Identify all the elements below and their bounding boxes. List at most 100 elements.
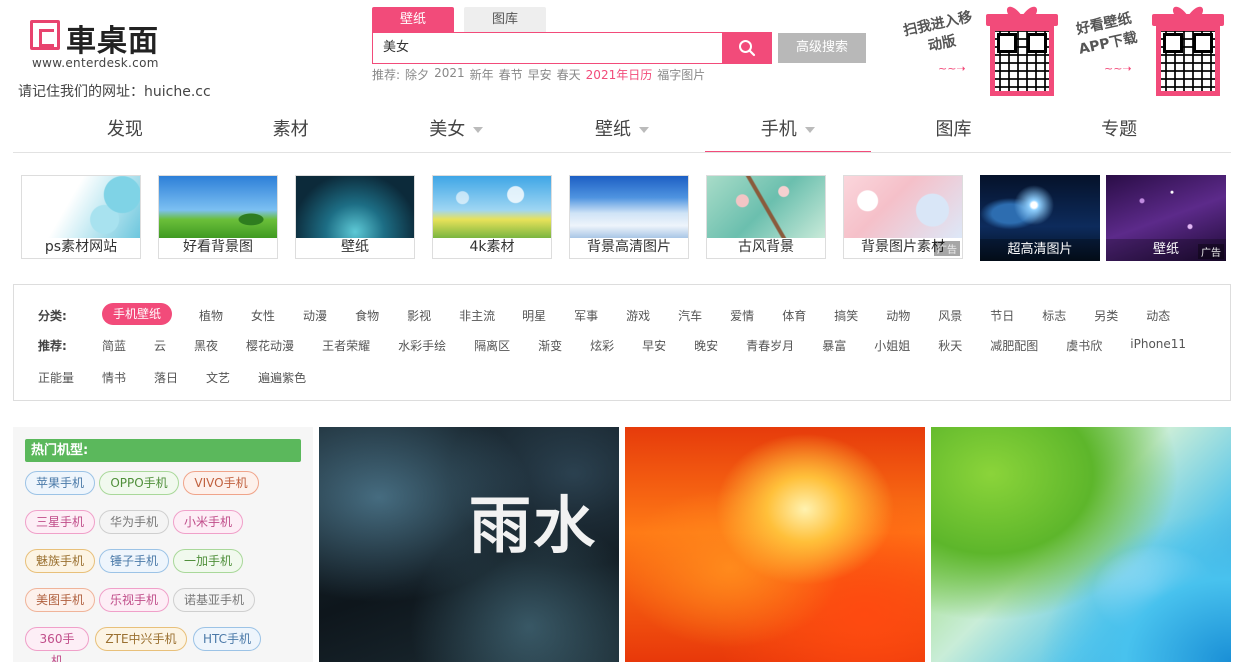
brand-huawei[interactable]: 华为手机 bbox=[99, 510, 169, 534]
qr-app-text: 好看壁纸APP下载 bbox=[1074, 10, 1139, 58]
category-item[interactable]: 食物 bbox=[355, 307, 379, 325]
nav-item-gallery[interactable]: 图库 bbox=[871, 108, 1037, 152]
brand-meizu[interactable]: 魅族手机 bbox=[25, 549, 95, 573]
thumb-card[interactable]: 壁纸 bbox=[295, 175, 415, 259]
category-item-active[interactable]: 手机壁纸 bbox=[102, 303, 173, 325]
brand-nokia[interactable]: 诺基亚手机 bbox=[173, 588, 255, 612]
search-tab-wallpaper[interactable]: 壁纸 bbox=[372, 7, 454, 32]
nav-item-topics[interactable]: 专题 bbox=[1036, 108, 1202, 152]
recommend-item[interactable]: iPhone11 bbox=[1130, 337, 1186, 354]
recommend-item[interactable]: 落日 bbox=[154, 369, 178, 386]
brand-oppo[interactable]: OPPO手机 bbox=[99, 471, 179, 495]
category-item[interactable]: 体育 bbox=[782, 307, 806, 325]
category-item[interactable]: 标志 bbox=[1042, 307, 1066, 325]
recommend-item[interactable]: 炫彩 bbox=[590, 337, 614, 354]
recommend-item[interactable]: 遍遍紫色 bbox=[258, 369, 306, 386]
brand-apple[interactable]: 苹果手机 bbox=[25, 471, 95, 495]
category-item[interactable]: 风景 bbox=[938, 307, 962, 325]
recommend-item[interactable]: 黑夜 bbox=[194, 337, 218, 354]
category-item[interactable]: 动漫 bbox=[303, 307, 327, 325]
brand-xiaomi[interactable]: 小米手机 bbox=[173, 510, 243, 534]
category-item[interactable]: 明星 bbox=[522, 307, 546, 325]
hot-term[interactable]: 2021 bbox=[434, 66, 465, 83]
category-item[interactable]: 另类 bbox=[1094, 307, 1118, 325]
nav-item-beauty[interactable]: 美女 bbox=[373, 108, 539, 152]
brand-smartisan[interactable]: 锤子手机 bbox=[99, 549, 169, 573]
brand-htc[interactable]: HTC手机 bbox=[193, 627, 261, 651]
site-logo[interactable]: 車桌面 www.enterdesk.com bbox=[30, 14, 170, 70]
category-item[interactable]: 影视 bbox=[407, 307, 431, 325]
thumb-card[interactable]: 背景高清图片 bbox=[569, 175, 689, 259]
hot-term[interactable]: 福字图片 bbox=[657, 66, 705, 83]
nav-item-discover[interactable]: 发现 bbox=[42, 108, 208, 152]
thumb-card[interactable]: 背景图片素材 广告 bbox=[843, 175, 963, 259]
recommend-item[interactable]: 渐变 bbox=[538, 337, 562, 354]
recommend-item[interactable]: 早安 bbox=[642, 337, 666, 354]
thumb-card[interactable]: 超高清图片 bbox=[980, 175, 1100, 261]
remember-url-text: 请记住我们的网址：huiche.cc bbox=[18, 84, 211, 100]
hot-term[interactable]: 除夕 bbox=[405, 66, 429, 83]
gift-box-icon bbox=[986, 2, 1058, 98]
category-item[interactable]: 动态 bbox=[1146, 307, 1170, 325]
category-item[interactable]: 爱情 bbox=[730, 307, 754, 325]
category-item[interactable]: 汽车 bbox=[678, 307, 702, 325]
category-item[interactable]: 节日 bbox=[990, 307, 1014, 325]
wallpaper-card[interactable] bbox=[931, 427, 1231, 662]
recommend-item[interactable]: 王者荣耀 bbox=[322, 337, 370, 354]
brand-oneplus[interactable]: 一加手机 bbox=[173, 549, 243, 573]
category-item[interactable]: 女性 bbox=[251, 307, 275, 325]
thumb-card[interactable]: 壁纸 广告 bbox=[1106, 175, 1226, 261]
recommend-item[interactable]: 晚安 bbox=[694, 337, 718, 354]
recommend-item[interactable]: 文艺 bbox=[206, 369, 230, 386]
recommend-row: 推荐: 简蓝 云 黑夜 樱花动漫 王者荣耀 水彩手绘 隔离区 渐变 炫彩 早安 … bbox=[38, 337, 1186, 354]
category-item[interactable]: 搞笑 bbox=[834, 307, 858, 325]
category-item[interactable]: 植物 bbox=[199, 307, 223, 325]
nav-item-phone[interactable]: 手机 bbox=[704, 108, 871, 153]
brand-samsung[interactable]: 三星手机 bbox=[25, 510, 95, 534]
thumb-card[interactable]: ps素材网站 bbox=[21, 175, 141, 259]
search-button[interactable] bbox=[722, 32, 772, 64]
wallpaper-card[interactable] bbox=[625, 427, 925, 662]
advanced-search-button[interactable]: 高级搜索 bbox=[778, 33, 866, 63]
recommend-item[interactable]: 情书 bbox=[102, 369, 126, 386]
wallpaper-title: 雨水 bbox=[469, 489, 598, 562]
recommend-item[interactable]: 小姐姐 bbox=[874, 337, 910, 354]
nav-item-material[interactable]: 素材 bbox=[208, 108, 374, 152]
brand-meitu[interactable]: 美图手机 bbox=[25, 588, 95, 612]
recommend-item[interactable]: 樱花动漫 bbox=[246, 337, 294, 354]
wallpaper-card[interactable]: 雨水 bbox=[319, 427, 619, 662]
recommend-item[interactable]: 水彩手绘 bbox=[398, 337, 446, 354]
thumb-card[interactable]: 4k素材 bbox=[432, 175, 552, 259]
hot-term[interactable]: 春天 bbox=[557, 66, 581, 83]
category-item[interactable]: 游戏 bbox=[626, 307, 650, 325]
search-tab-gallery[interactable]: 图库 bbox=[464, 7, 546, 32]
app-qr-promo[interactable]: 好看壁纸APP下载 ~~➝ bbox=[1066, 0, 1236, 100]
thumb-card[interactable]: 古风背景 bbox=[706, 175, 826, 259]
brand-letv[interactable]: 乐视手机 bbox=[99, 588, 169, 612]
hot-term[interactable]: 2021年日历 bbox=[586, 66, 653, 83]
hot-term[interactable]: 春节 bbox=[499, 66, 523, 83]
recommend-item[interactable]: 秋天 bbox=[938, 337, 962, 354]
hot-term[interactable]: 早安 bbox=[528, 66, 552, 83]
brand-360[interactable]: 360手机 bbox=[25, 627, 89, 662]
brand-vivo[interactable]: VIVO手机 bbox=[183, 471, 259, 495]
category-item[interactable]: 非主流 bbox=[459, 307, 495, 325]
recommend-item[interactable]: 暴富 bbox=[822, 337, 846, 354]
recommend-item[interactable]: 减肥配图 bbox=[990, 337, 1038, 354]
recommend-item[interactable]: 虞书欣 bbox=[1066, 337, 1102, 354]
thumb-caption: 4k素材 bbox=[469, 239, 515, 255]
recommend-item[interactable]: 隔离区 bbox=[474, 337, 510, 354]
chevron-down-icon bbox=[639, 127, 650, 133]
recommend-item[interactable]: 青春岁月 bbox=[746, 337, 794, 354]
thumb-card[interactable]: 好看背景图 bbox=[158, 175, 278, 259]
hot-term[interactable]: 新年 bbox=[470, 66, 494, 83]
category-item[interactable]: 动物 bbox=[886, 307, 910, 325]
mobile-qr-promo[interactable]: 扫我进入移动版 ~~➝ bbox=[900, 0, 1070, 100]
search-input[interactable]: 美女 bbox=[372, 32, 723, 64]
category-item[interactable]: 军事 bbox=[574, 307, 598, 325]
nav-item-wallpaper[interactable]: 壁纸 bbox=[539, 108, 705, 152]
brand-zte[interactable]: ZTE中兴手机 bbox=[95, 627, 187, 651]
recommend-item[interactable]: 简蓝 bbox=[102, 337, 126, 354]
recommend-item[interactable]: 云 bbox=[154, 337, 166, 354]
recommend-item[interactable]: 正能量 bbox=[38, 369, 74, 386]
